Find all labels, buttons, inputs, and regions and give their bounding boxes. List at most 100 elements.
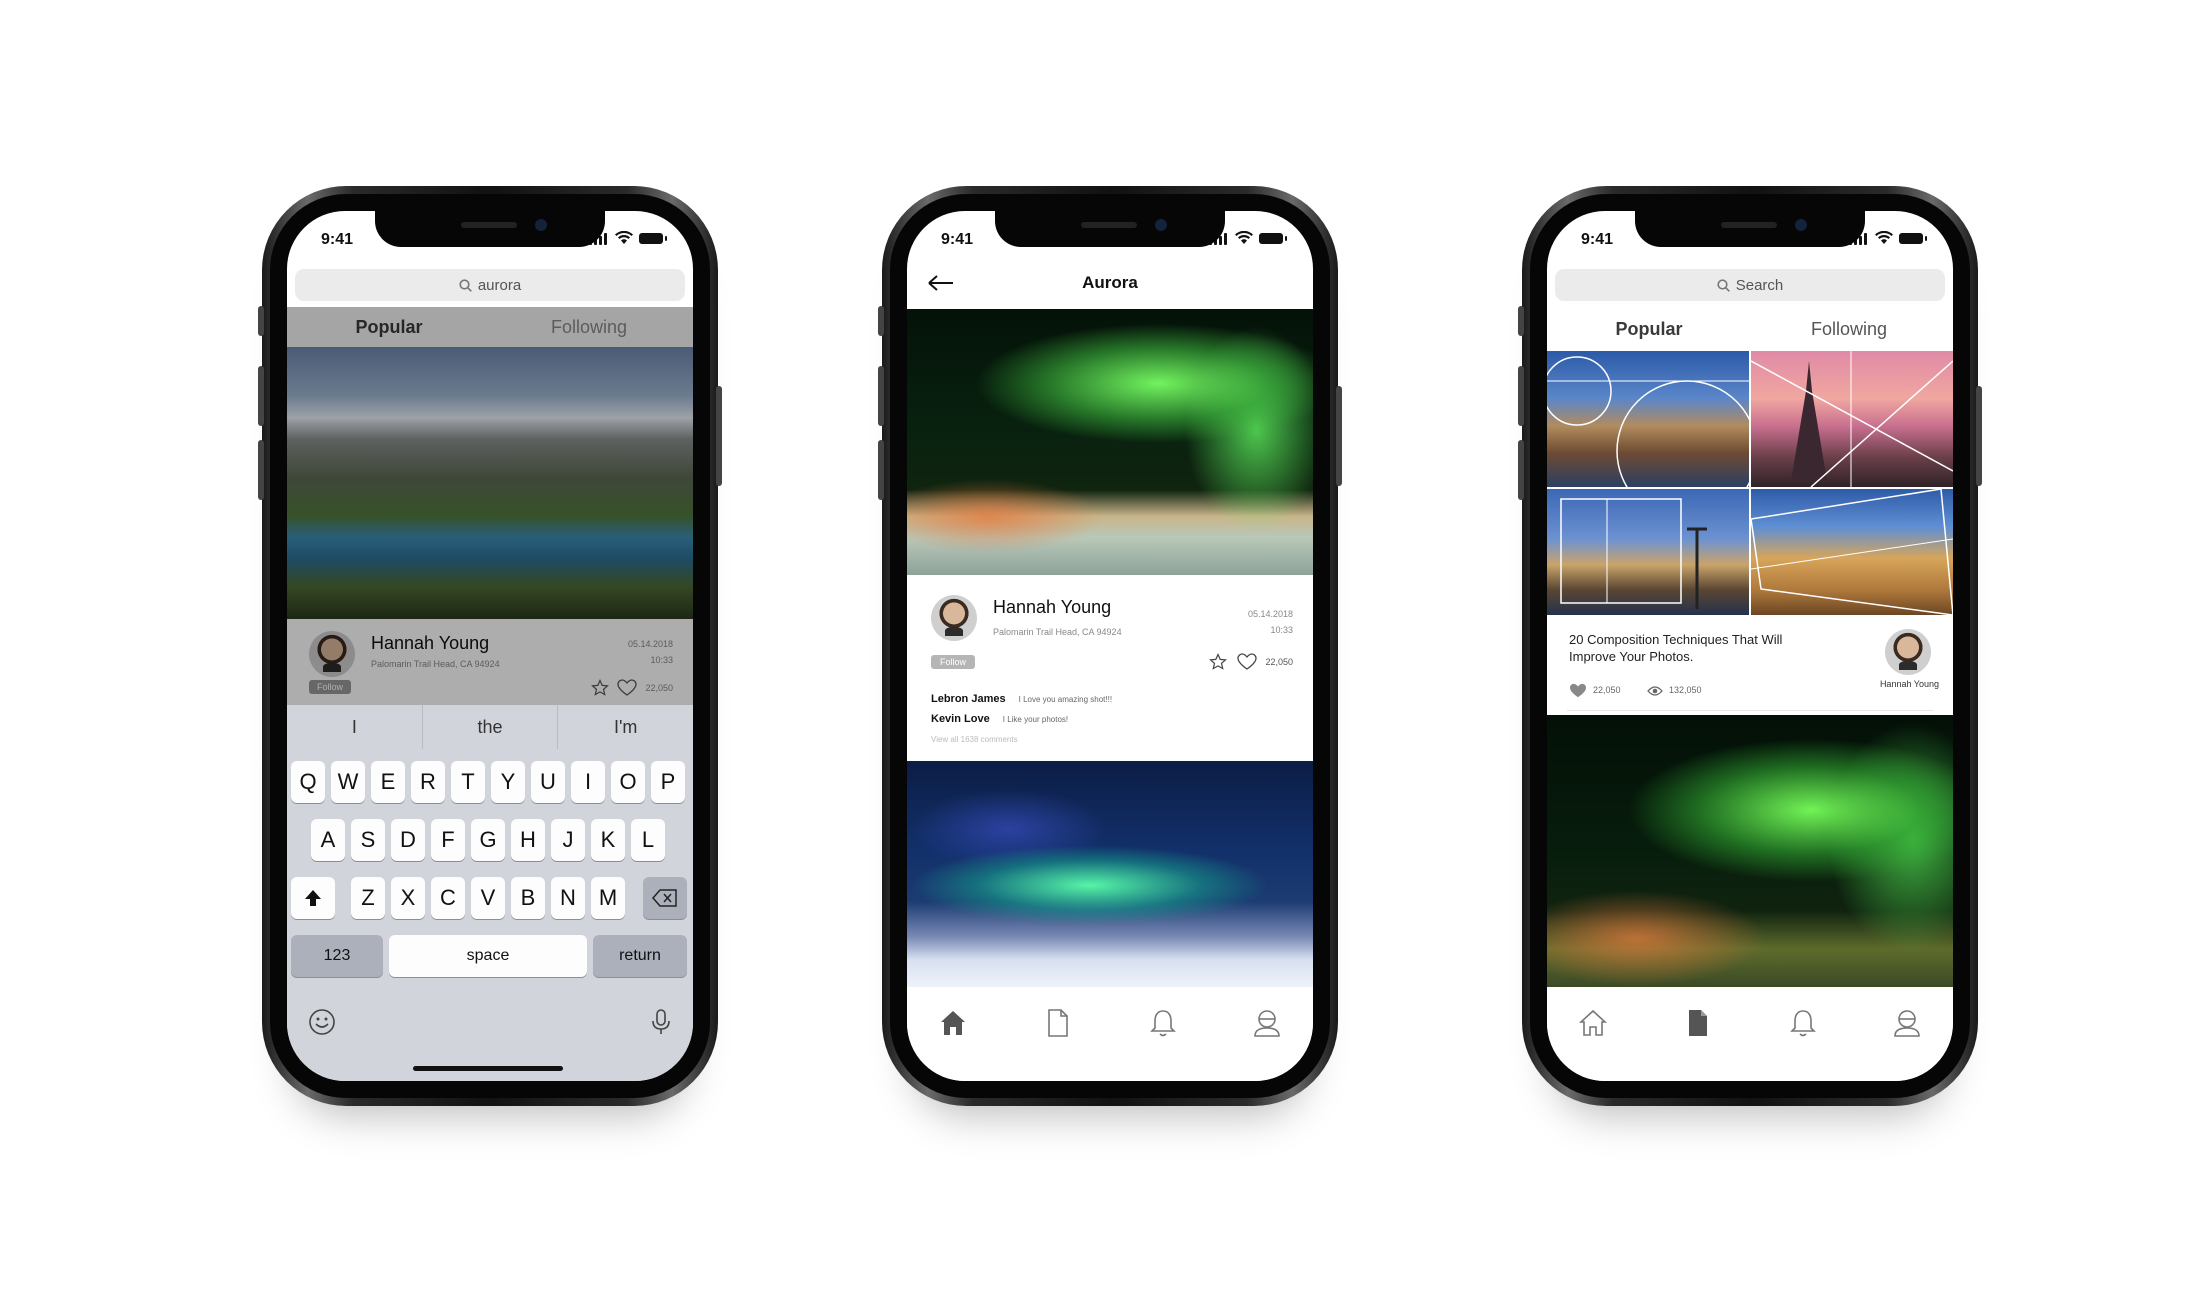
screen: 9:41 Search Popular Following 20 Composi… [1547,211,1953,1081]
search-input[interactable]: aurora [295,269,685,301]
shift-key[interactable] [291,877,335,919]
post-photo[interactable] [1547,715,1953,987]
document-icon[interactable] [1041,1007,1073,1039]
key[interactable]: I [571,761,605,803]
microphone-icon[interactable] [651,1007,671,1037]
heart-icon[interactable] [1569,683,1587,699]
eye-icon [1647,686,1663,696]
side-button [878,306,884,336]
likes-count: 22,050 [1593,685,1621,695]
key[interactable]: J [551,819,585,861]
article-title-line: Improve Your Photos. [1569,649,1694,664]
dim-overlay [287,307,693,705]
backspace-key[interactable] [643,877,687,919]
wifi-icon [615,231,633,244]
key[interactable]: Y [491,761,525,803]
comment-user[interactable]: Lebron James [931,693,1006,705]
search-value: aurora [477,276,522,294]
views-count: 132,050 [1669,685,1702,695]
search-placeholder: Search [1735,276,1784,294]
star-icon[interactable] [1209,653,1227,671]
side-button [1976,386,1982,486]
comment-text: I Love you amazing shot!!! [1018,695,1113,704]
document-icon[interactable] [1681,1007,1713,1039]
side-button [1518,440,1524,500]
profile-icon[interactable] [1891,1007,1923,1039]
key[interactable]: L [631,819,665,861]
screen: 9:41 aurora Popular Following Hannah You… [287,211,693,1081]
comment-user[interactable]: Kevin Love [931,713,990,725]
article-collage[interactable] [1547,351,1953,615]
search-icon [459,278,472,292]
key[interactable]: U [531,761,565,803]
suggestion-bar: I the I'm [287,705,693,749]
suggestion[interactable]: I [287,705,423,749]
post-photo[interactable] [907,309,1313,575]
key[interactable]: F [431,819,465,861]
home-indicator [413,1066,563,1071]
key[interactable]: Q [291,761,325,803]
side-button [1518,306,1524,336]
numbers-key[interactable]: 123 [291,935,383,977]
post-photo[interactable] [907,761,1313,987]
key[interactable]: N [551,877,585,919]
collage-photo [1751,351,1953,487]
article-author[interactable]: Hannah Young [1880,679,1939,689]
post-time: 10:33 [1270,625,1293,635]
side-button [878,440,884,500]
post-author[interactable]: Hannah Young [993,597,1111,618]
home-icon[interactable] [937,1007,969,1039]
bell-icon[interactable] [1787,1007,1819,1039]
bell-icon[interactable] [1147,1007,1179,1039]
suggestion[interactable]: I'm [558,705,693,749]
page-title: Aurora [1082,273,1138,292]
key[interactable]: D [391,819,425,861]
space-key[interactable]: space [389,935,587,977]
search-input[interactable]: Search [1555,269,1945,301]
key[interactable]: R [411,761,445,803]
key[interactable]: B [511,877,545,919]
wifi-icon [1235,231,1253,244]
profile-icon[interactable] [1251,1007,1283,1039]
view-all-comments-link[interactable]: View all 1638 comments [931,735,1018,744]
suggestion[interactable]: the [423,705,559,749]
follow-button[interactable]: Follow [931,655,976,669]
key[interactable]: X [391,877,425,919]
return-key[interactable]: return [593,935,687,977]
key[interactable]: W [331,761,365,803]
status-time: 9:41 [1581,231,1614,248]
key[interactable]: A [311,819,345,861]
home-icon[interactable] [1577,1007,1609,1039]
avatar[interactable] [1885,629,1931,675]
key[interactable]: V [471,877,505,919]
heart-icon[interactable] [1237,653,1257,671]
collage-photo [1547,351,1749,487]
battery-icon [1259,233,1287,244]
avatar[interactable] [931,595,977,641]
post-date: 05.14.2018 [1247,609,1293,619]
tab-popular[interactable]: Popular [1549,319,1749,340]
status-time: 9:41 [321,231,354,248]
collage-photo [1751,489,1953,615]
article-title[interactable]: 20 Composition Techniques That Will Impr… [1569,631,1782,665]
screen: 9:41 Aurora Hannah Young Palomarin Trail… [907,211,1313,1081]
key[interactable]: P [651,761,685,803]
key[interactable]: S [351,819,385,861]
key[interactable]: G [471,819,505,861]
side-button [1336,386,1342,486]
key[interactable]: K [591,819,625,861]
collage-photo [1547,489,1749,615]
key[interactable]: C [431,877,465,919]
key[interactable]: O [611,761,645,803]
key[interactable]: M [591,877,625,919]
key[interactable]: Z [351,877,385,919]
tab-following[interactable]: Following [1749,319,1949,340]
phone-detail: 9:41 Aurora Hannah Young Palomarin Trail… [878,186,1342,1106]
key[interactable]: T [451,761,485,803]
article-card[interactable]: 20 Composition Techniques That Will Impr… [1547,615,1953,715]
key[interactable]: E [371,761,405,803]
key[interactable]: H [511,819,545,861]
emoji-icon[interactable] [307,1007,337,1037]
battery-icon [639,233,667,244]
side-button [716,386,722,486]
